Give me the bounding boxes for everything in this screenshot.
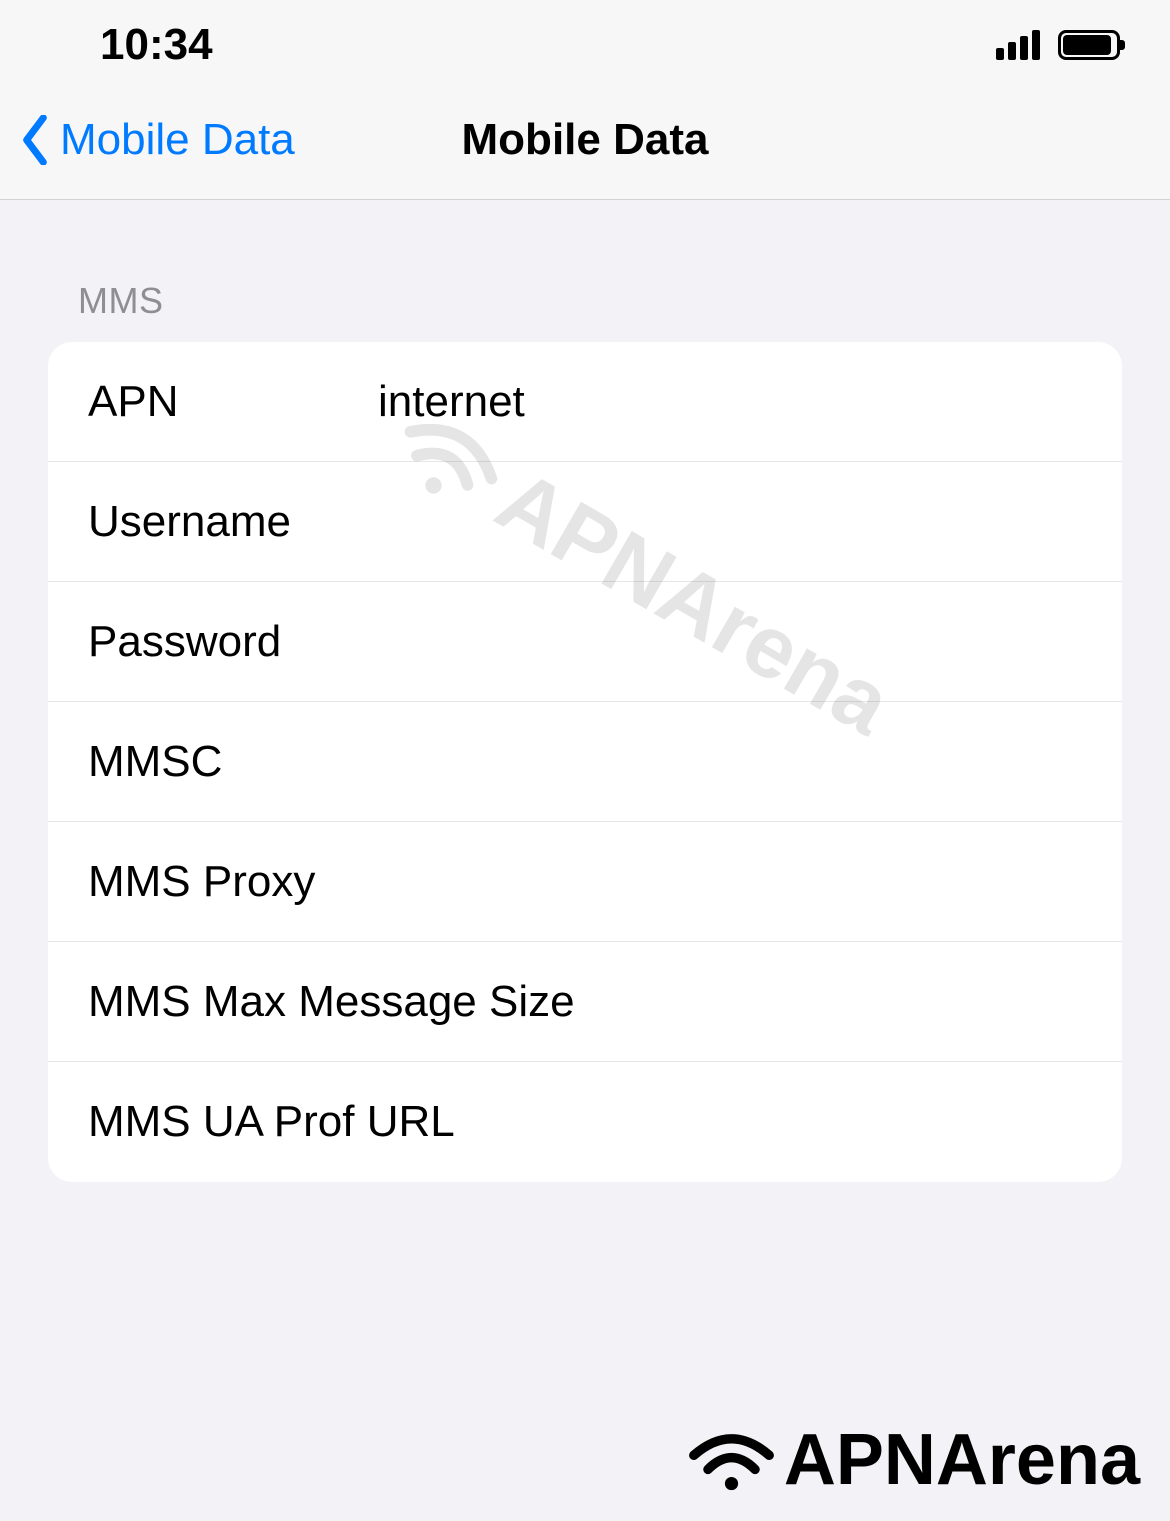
back-button[interactable]: Mobile Data xyxy=(20,115,295,165)
password-input[interactable] xyxy=(378,617,1122,667)
wifi-icon xyxy=(684,1427,779,1493)
row-label-mmsc: MMSC xyxy=(88,737,378,787)
status-time: 10:34 xyxy=(100,20,213,70)
settings-row-apn[interactable]: APN xyxy=(48,342,1122,462)
footer-logo: APNArena xyxy=(684,1419,1140,1501)
username-input[interactable] xyxy=(378,497,1122,547)
settings-row-mms-proxy[interactable]: MMS Proxy xyxy=(48,822,1122,942)
row-label-mms-max-size: MMS Max Message Size xyxy=(88,977,1122,1027)
status-bar: 10:34 xyxy=(0,0,1170,90)
settings-row-username[interactable]: Username xyxy=(48,462,1122,582)
settings-group-mms: APN Username Password MMSC MMS Proxy MMS… xyxy=(48,342,1122,1182)
mmsc-input[interactable] xyxy=(378,737,1122,787)
signal-icon xyxy=(996,30,1040,60)
battery-icon xyxy=(1058,30,1120,60)
row-label-username: Username xyxy=(88,497,378,547)
row-label-password: Password xyxy=(88,617,378,667)
settings-row-password[interactable]: Password xyxy=(48,582,1122,702)
apn-input[interactable] xyxy=(378,377,1122,427)
row-label-mms-proxy: MMS Proxy xyxy=(88,857,378,907)
settings-row-mmsc[interactable]: MMSC xyxy=(48,702,1122,822)
settings-row-mms-max-size[interactable]: MMS Max Message Size xyxy=(48,942,1122,1062)
row-label-apn: APN xyxy=(88,377,378,427)
status-indicators xyxy=(996,30,1120,60)
section-header-mms: MMS xyxy=(48,280,1122,322)
page-title: Mobile Data xyxy=(462,115,709,165)
settings-row-mms-ua-prof[interactable]: MMS UA Prof URL xyxy=(48,1062,1122,1182)
back-label: Mobile Data xyxy=(60,115,295,165)
mms-proxy-input[interactable] xyxy=(378,857,1122,907)
row-label-mms-ua-prof: MMS UA Prof URL xyxy=(88,1097,1122,1147)
content-area: MMS APN Username Password MMSC MMS Proxy xyxy=(0,200,1170,1182)
navigation-bar: Mobile Data Mobile Data xyxy=(0,90,1170,200)
chevron-left-icon xyxy=(20,115,50,165)
footer-logo-text: APNArena xyxy=(784,1419,1140,1501)
